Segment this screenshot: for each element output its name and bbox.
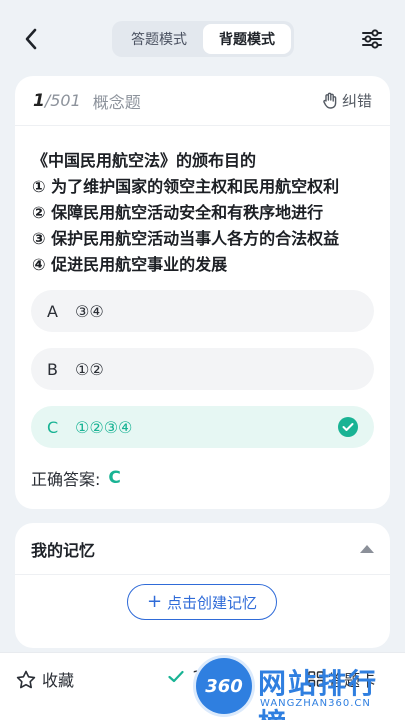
- report-label: 纠错: [341, 92, 372, 110]
- question-card: 1 /501 概念题 纠错 《中国民用航空法》的颁布目的 ① 为了维护国家的领空…: [15, 76, 390, 509]
- caret-up-icon[interactable]: [360, 544, 374, 553]
- watermark-logo: 360: [196, 658, 252, 714]
- option-list: A ③④ B ①② C ①②③④: [15, 278, 390, 448]
- option-b[interactable]: B ①②: [31, 348, 374, 390]
- top-bar: 答题模式 背题模式: [0, 0, 405, 76]
- question-line: ④ 促进民用航空事业的发展: [32, 255, 228, 274]
- option-letter: A: [47, 301, 58, 321]
- question-total: /501: [44, 91, 81, 110]
- question-line: ② 保障民用航空活动安全和有秩序地进行: [32, 203, 324, 222]
- report-error-button[interactable]: 纠错: [322, 90, 372, 111]
- answer-value: C: [108, 468, 121, 488]
- option-c[interactable]: C ①②③④: [31, 406, 374, 448]
- favorite-label: 收藏: [42, 671, 75, 690]
- check-icon: [338, 417, 358, 437]
- chevron-left-icon: [25, 28, 37, 50]
- memory-header[interactable]: 我的记忆: [15, 523, 390, 575]
- plus-icon: +: [146, 591, 163, 612]
- option-letter: B: [47, 359, 58, 379]
- watermark-url: WANGZHAN360.CN: [260, 698, 371, 709]
- question-stem: 《中国民用航空法》的颁布目的 ① 为了维护国家的领空主权和民用航空权利 ② 保障…: [15, 126, 390, 278]
- option-a[interactable]: A ③④: [31, 290, 374, 332]
- option-text: ①②: [75, 359, 104, 379]
- settings-button[interactable]: [359, 26, 385, 52]
- tab-memorize-mode[interactable]: 背题模式: [203, 24, 291, 54]
- tab-answer-mode[interactable]: 答题模式: [115, 24, 203, 54]
- question-line: 《中国民用航空法》的颁布目的: [32, 151, 257, 170]
- back-button[interactable]: [18, 26, 44, 52]
- watermark-text: 网站排行榜: [258, 667, 379, 720]
- sliders-icon: [362, 29, 382, 49]
- option-text: ③④: [75, 301, 104, 321]
- question-index: 1: [33, 90, 45, 111]
- question-line: ① 为了维护国家的领空主权和民用航空权利: [32, 177, 340, 196]
- question-header: 1 /501 概念题 纠错: [15, 76, 390, 126]
- watermark: 360 网站排行榜 WANGZHAN360.CN: [196, 656, 402, 720]
- create-memory-label: 点击创建记忆: [167, 593, 258, 612]
- option-letter: C: [47, 417, 59, 437]
- question-line: ③ 保护民用航空活动当事人各方的合法权益: [32, 229, 340, 248]
- option-text: ①②③④: [75, 417, 133, 437]
- question-type: 概念题: [92, 92, 141, 112]
- hand-icon: [323, 92, 337, 109]
- check-icon: [168, 670, 184, 683]
- memory-title: 我的记忆: [31, 540, 96, 560]
- mode-toggle: 答题模式 背题模式: [112, 21, 294, 57]
- correct-answer: 正确答案: C: [15, 464, 390, 490]
- memory-card: 我的记忆 + 点击创建记忆: [15, 523, 390, 648]
- star-icon: [16, 670, 36, 688]
- create-memory-button[interactable]: + 点击创建记忆: [127, 584, 277, 620]
- favorite-button[interactable]: 收藏: [16, 667, 74, 691]
- answer-label: 正确答案:: [31, 470, 101, 489]
